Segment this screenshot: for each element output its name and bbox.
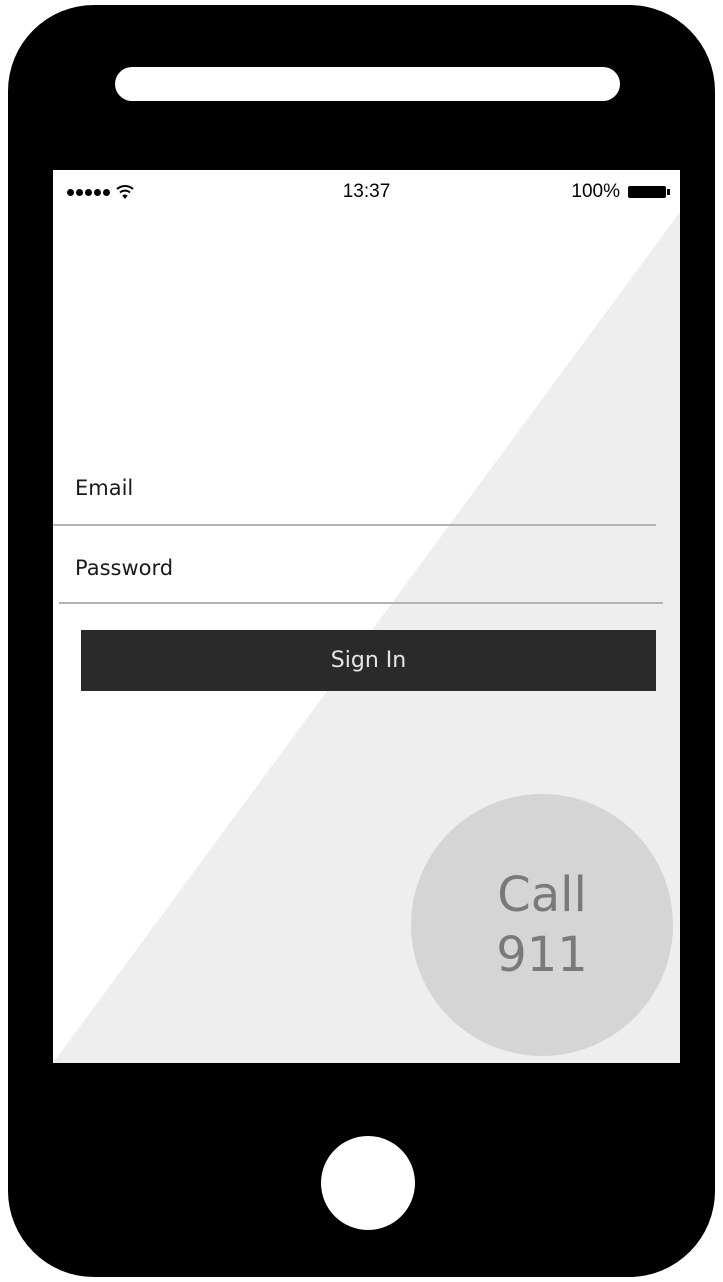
speaker-grille — [115, 67, 620, 101]
call-911-line1: Call — [497, 867, 587, 923]
email-field[interactable]: Email — [53, 462, 656, 526]
call-911-button[interactable]: Call 911 — [411, 794, 673, 1056]
sign-in-button[interactable]: Sign In — [81, 630, 656, 691]
password-field[interactable]: Password — [59, 544, 663, 604]
battery-tip — [667, 189, 670, 195]
password-field-label: Password — [75, 556, 174, 580]
phone-screen: 13:37 100% Email Password Sign In Call 9… — [53, 170, 680, 1063]
phone-device: 13:37 100% Email Password Sign In Call 9… — [8, 5, 715, 1277]
battery-indicator: 100% — [571, 181, 670, 203]
battery-percent: 100% — [571, 181, 620, 202]
battery-icon — [628, 186, 666, 198]
email-field-label: Email — [75, 476, 134, 500]
call-911-line2: 911 — [496, 927, 588, 983]
status-bar: 13:37 100% — [53, 170, 680, 212]
home-button[interactable] — [321, 1136, 415, 1230]
